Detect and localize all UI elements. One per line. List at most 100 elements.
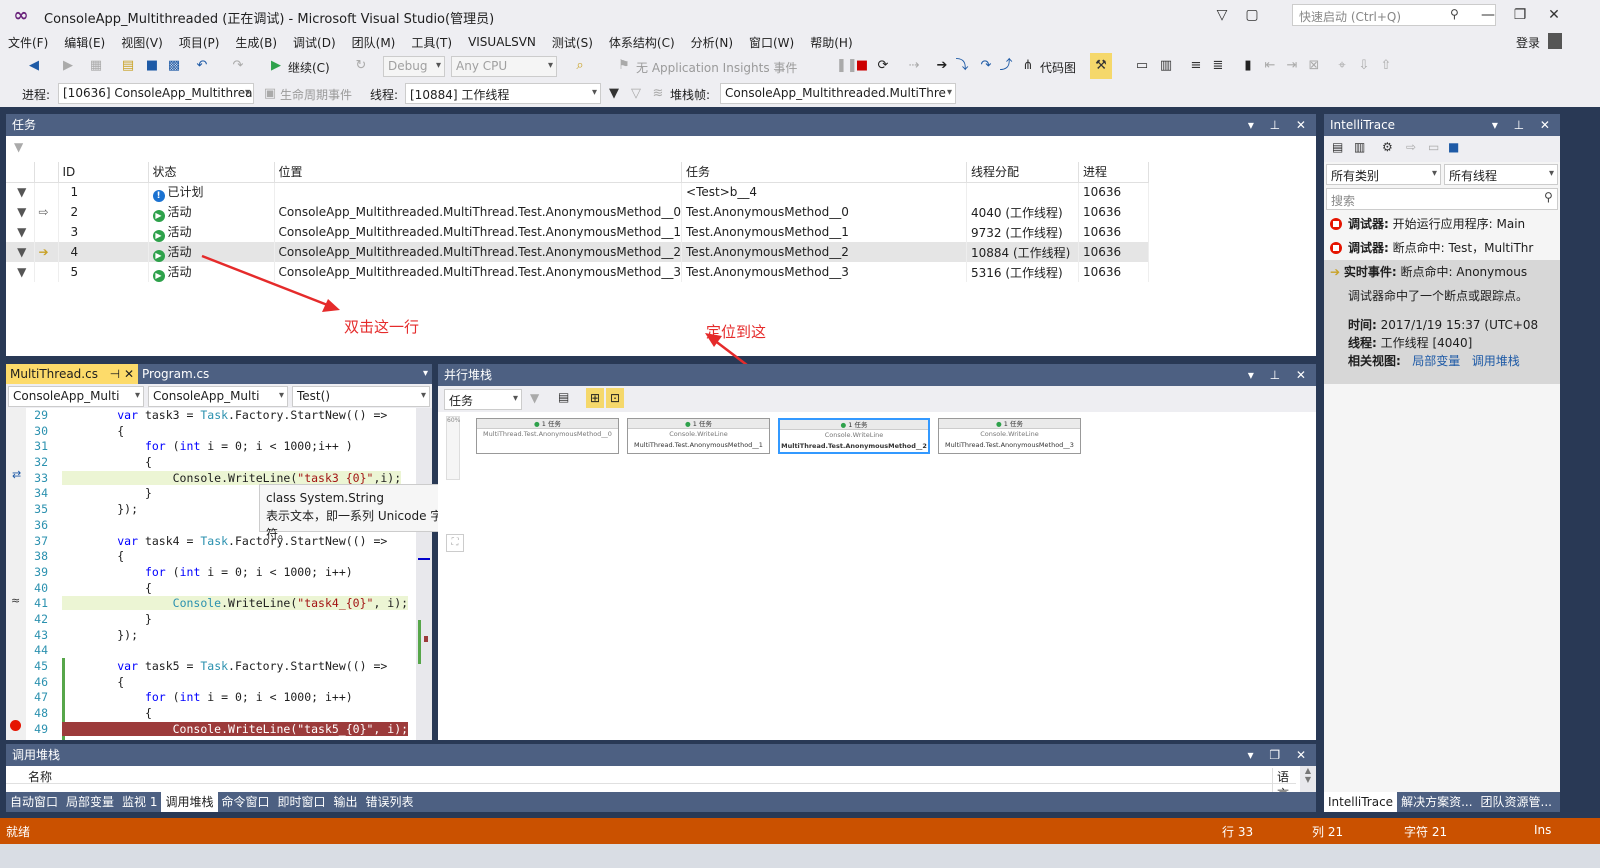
tool-tab[interactable]: 错误列表 <box>362 792 418 812</box>
tool-tab[interactable]: 即时窗口 <box>274 792 330 812</box>
platform-select[interactable]: Any CPU <box>451 56 557 77</box>
restart-icon[interactable]: ⟳ <box>874 53 892 79</box>
process-column-header[interactable]: 进程 <box>1078 162 1150 183</box>
parallel-stacks-canvas[interactable]: 60% ⛶ <box>438 412 1316 740</box>
break-all-icon[interactable]: ❚❚ <box>836 53 858 79</box>
code-line[interactable]: 49 Console.WriteLine("task5_{0}", i); <box>26 721 416 738</box>
flag-cell[interactable]: ▼ <box>6 262 35 282</box>
download-icon[interactable]: ⇩ <box>1356 53 1372 79</box>
stack-node[interactable]: ● 1 任务 Console.WriteLine MultiThread.Test.… <box>778 418 930 454</box>
settings-icon[interactable]: ⚙ <box>1382 140 1393 154</box>
clear-bookmarks-icon[interactable]: ⊠ <box>1306 53 1322 79</box>
member-nav-select[interactable]: Test() <box>292 386 430 407</box>
flag-icon[interactable]: ▼ <box>17 245 26 259</box>
view-select[interactable]: 任务 <box>444 389 522 410</box>
upload-icon[interactable]: ⇧ <box>1378 53 1394 79</box>
menu-item-4[interactable]: 生成(B) <box>227 34 285 51</box>
save-all-icon[interactable]: ▩ <box>164 53 184 79</box>
glyph-margin[interactable] <box>6 408 26 740</box>
menu-item-8[interactable]: VISUALSVN <box>460 35 544 49</box>
process-select[interactable]: [10636] ConsoleApp_Multithrea <box>58 83 254 104</box>
panel-controls[interactable]: ▾ ⊥ ✕ <box>1248 114 1312 136</box>
quick-launch-input[interactable]: 快速启动 (Ctrl+Q) <box>1292 4 1496 26</box>
method-view-icon[interactable]: ▤ <box>558 390 569 404</box>
find-icon[interactable]: ⌕ <box>570 53 590 79</box>
step-into-icon[interactable]: ⤵ <box>954 53 970 79</box>
events-view-icon[interactable]: ▤ <box>1332 140 1343 154</box>
lifecycle-events-button[interactable]: 生命周期事件 <box>280 86 352 103</box>
flag-column-header[interactable] <box>6 162 35 183</box>
filter-threads-icon[interactable]: ▽ <box>628 81 644 107</box>
code-line[interactable]: 44 <box>26 643 416 659</box>
status-column-header[interactable]: 状态 <box>148 162 275 183</box>
bookmark-list-icon[interactable]: ▭ <box>1134 53 1150 79</box>
stack-frame-select[interactable]: ConsoleApp_Multithreaded.MultiThre <box>720 83 956 104</box>
id-column-header[interactable]: ID <box>58 162 149 183</box>
name-column-header[interactable]: 名称 <box>28 768 52 785</box>
flag-icon[interactable]: ▼ <box>17 225 26 239</box>
code-line[interactable]: 42 } <box>26 612 416 628</box>
app-insights-events[interactable]: 无 Application Insights 事件 <box>636 59 797 76</box>
toggle-zoom-icon[interactable]: ⊡ <box>606 388 624 408</box>
flag-filter-icon[interactable]: ▼ <box>14 140 23 154</box>
menu-item-3[interactable]: 项目(P) <box>171 34 228 51</box>
class-nav-select[interactable]: ConsoleApp_Multi <box>148 386 288 407</box>
auto-scroll-icon[interactable]: ⊞ <box>586 388 604 408</box>
flag-cell[interactable]: ▼ <box>6 242 35 262</box>
task-column-header[interactable]: 任务 <box>681 162 968 183</box>
code-map-button[interactable]: 代码图 <box>1040 59 1076 76</box>
bookmark-icon[interactable]: ▮ <box>1240 53 1256 79</box>
editor-scrollbar[interactable] <box>416 408 432 740</box>
tool-tab[interactable]: 调用堆栈 <box>161 792 218 812</box>
stack-node[interactable]: ● 1 任务 Console.WriteLine MultiThread.Test.… <box>938 418 1081 454</box>
flag-cell[interactable]: ▼ <box>6 222 35 242</box>
breakpoint-icon[interactable] <box>10 720 21 731</box>
menu-item-10[interactable]: 体系结构(C) <box>601 34 683 51</box>
code-line[interactable]: 29 var task3 = Task.Factory.StartNew(() … <box>26 408 416 424</box>
tool-tab[interactable]: 命令窗口 <box>218 792 274 812</box>
code-line[interactable]: 30 { <box>26 424 416 440</box>
continue-button[interactable]: 继续(C) <box>288 59 330 76</box>
tool-tab[interactable]: 局部变量 <box>62 792 118 812</box>
step-over-icon[interactable]: ↷ <box>978 53 994 79</box>
thread-column-header[interactable]: 线程分配 <box>966 162 1080 183</box>
project-nav-select[interactable]: ConsoleApp_Multi <box>8 386 144 407</box>
code-line[interactable]: 31 for (int i = 0; i < 1000;i++ ) <box>26 439 416 455</box>
flag-cell[interactable]: ▼ <box>6 202 35 222</box>
panel-controls[interactable]: ▾ ⊥ ✕ <box>1492 114 1556 136</box>
undo-icon[interactable]: ↶ <box>192 53 212 79</box>
close-button[interactable]: ✕ <box>1540 3 1568 27</box>
code-line[interactable]: 41 Console.WriteLine("task4_{0}", i); <box>26 596 416 612</box>
location-column-header[interactable]: 位置 <box>274 162 683 183</box>
tool-tab[interactable]: 解决方案资... <box>1397 792 1476 812</box>
stop-debugging-icon[interactable]: ■ <box>854 53 870 79</box>
panel-controls[interactable]: ▾ ⊥ ✕ <box>1248 364 1312 386</box>
next-event-icon[interactable]: ⇨ <box>1406 140 1416 154</box>
tab-dropdown-icon[interactable]: ▾ <box>423 364 428 384</box>
code-line[interactable]: 39 for (int i = 0; i < 1000; i++) <box>26 565 416 581</box>
code-line[interactable]: 32 { <box>26 455 416 471</box>
menu-item-5[interactable]: 调试(D) <box>285 34 344 51</box>
save-icon[interactable]: ■ <box>142 53 162 79</box>
next-bookmark-icon[interactable]: ⇥ <box>1284 53 1300 79</box>
flag-icon[interactable]: ▼ <box>17 185 26 199</box>
indent-icon[interactable]: ≡ <box>1188 53 1204 79</box>
thread-filter-select[interactable]: 所有线程 <box>1444 164 1558 185</box>
code-line[interactable]: 47 for (int i = 0; i < 1000; i++) <box>26 690 416 706</box>
refresh-icon[interactable]: ↻ <box>352 53 370 79</box>
locals-link[interactable]: 局部变量 <box>1412 354 1460 368</box>
stack-node[interactable]: ● 1 任务 Console.WriteLine MultiThread.Test.… <box>627 418 770 454</box>
menu-item-0[interactable]: 文件(F) <box>0 34 56 51</box>
task-row[interactable]: ▼ 3 ▶ 活动 ConsoleApp_Multithreaded.MultiThrea… <box>6 222 1150 242</box>
menu-item-13[interactable]: 帮助(H) <box>802 34 860 51</box>
menu-item-9[interactable]: 测试(S) <box>544 34 601 51</box>
forward-icon[interactable]: ▶ <box>58 53 78 79</box>
callstack-scrollbar[interactable]: ▲ ▼ <box>1300 766 1316 792</box>
prev-bookmark-icon[interactable]: ⇤ <box>1262 53 1278 79</box>
tool-tab[interactable]: 团队资源管... <box>1477 792 1556 812</box>
redo-icon[interactable]: ↷ <box>228 53 248 79</box>
open-icon[interactable]: ▭ <box>1428 140 1439 154</box>
notifications-filter-icon[interactable]: ▽ <box>1208 3 1236 27</box>
minimize-button[interactable]: — <box>1474 3 1502 27</box>
category-filter-select[interactable]: 所有类别 <box>1326 164 1441 185</box>
